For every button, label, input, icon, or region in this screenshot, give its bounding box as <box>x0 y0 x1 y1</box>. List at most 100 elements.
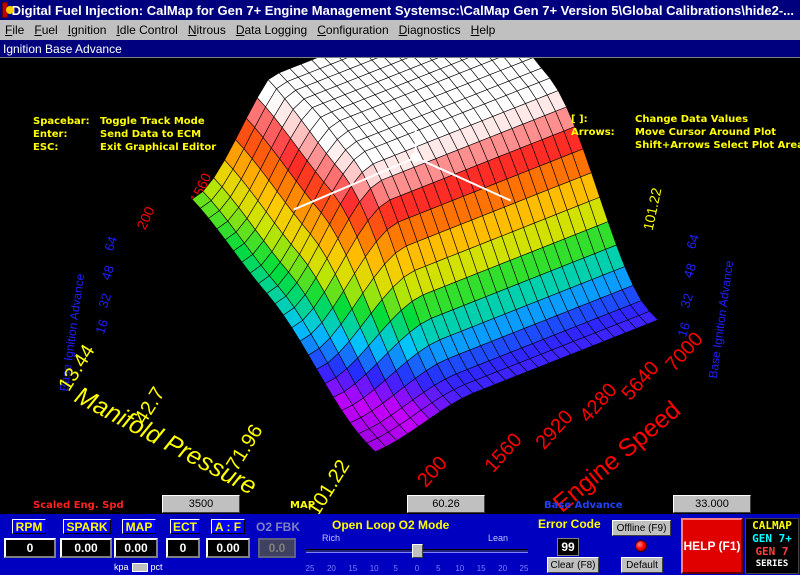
help-row: Enter: Send Data to ECM <box>33 128 216 141</box>
af-gauge-label: A : F <box>211 519 245 534</box>
help-row: Spacebar: Toggle Track Mode <box>33 115 216 128</box>
o2-scale-tick: 20 <box>498 564 507 573</box>
ect-gauge-label: ECT <box>170 519 200 534</box>
ect-gauge-value: 0 <box>166 538 200 558</box>
o2fbk-gauge-label: O2 FBK <box>255 519 301 534</box>
menu-bar: File Fuel Ignition Idle Control Nitrous Data … <box>0 20 800 40</box>
map-gauge-value: 0.00 <box>114 538 158 558</box>
menu-label: dle Control <box>119 23 178 37</box>
logo-line-4: SERIES <box>755 559 789 569</box>
o2-lean-label: Lean <box>488 533 509 543</box>
help-key: ESC: <box>33 142 59 153</box>
adv-tick-left: 32 <box>95 291 114 309</box>
adv-axis-label-right: Base Ignition Advance <box>706 259 736 379</box>
help-desc: Send Data to ECM <box>100 129 202 140</box>
menu-mnemonic: D <box>235 23 245 37</box>
app-icon[interactable] <box>2 2 14 18</box>
menu-label: ata Logging <box>244 23 308 37</box>
help-desc: Exit Graphical Editor <box>100 142 217 153</box>
map-readout-value: 60.26 <box>407 495 485 513</box>
map-readout-label: MAP <box>290 500 316 511</box>
menu-mnemonic: D <box>398 23 408 37</box>
adv-tick-left: 48 <box>98 263 117 281</box>
menu-label: ile <box>12 23 25 37</box>
o2-scale-tick: 15 <box>477 564 486 573</box>
title-bar: Digital Fuel Injection: CalMap for Gen 7… <box>0 0 800 20</box>
spark-gauge-value: 0.00 <box>60 538 112 558</box>
o2-scale-tick: 15 <box>348 564 357 573</box>
back-rpm-tick: 200 <box>133 204 157 232</box>
help-row: Shift+Arrows Select Plot Area <box>571 139 800 152</box>
o2-rich-label: Rich <box>322 533 341 543</box>
menu-idle-control[interactable]: Idle Control <box>111 23 182 37</box>
menu-diagnostics[interactable]: Diagnostics <box>394 23 466 37</box>
pct-label: pct <box>150 562 163 572</box>
adv-tick-right: 48 <box>680 261 699 279</box>
default-button[interactable]: Default <box>621 557 663 573</box>
af-gauge-value: 0.00 <box>206 538 250 558</box>
rpm-gauge-value: 0 <box>4 538 56 558</box>
menu-file[interactable]: File <box>0 23 29 37</box>
o2-slider[interactable] <box>306 544 528 558</box>
rpm-tick: 1560 <box>480 429 526 477</box>
menu-label: itrous <box>196 23 226 37</box>
o2-scale-tick: 5 <box>436 564 441 573</box>
scaled-rpm-value: 3500 <box>162 495 240 513</box>
o2-scale-tick: 10 <box>370 564 379 573</box>
rpm-tick: 2920 <box>531 406 577 454</box>
o2-scale: 25 20 15 10 5 0 5 10 15 20 25 <box>306 564 528 573</box>
adv-tick-left: 16 <box>92 317 111 335</box>
o2-mode-title: Open Loop O2 Mode <box>332 518 450 532</box>
menu-fuel[interactable]: Fuel <box>29 23 62 37</box>
menu-nitrous[interactable]: Nitrous <box>183 23 231 37</box>
help-desc: Shift+Arrows Select Plot Area <box>635 140 800 151</box>
spark-gauge-label: SPARK <box>63 519 111 534</box>
help-right: [ ]: Change Data Values Arrows: Move Cursor… <box>571 113 800 152</box>
help-key: Spacebar: <box>33 116 90 127</box>
help-desc: Toggle Track Mode <box>100 116 205 127</box>
o2fbk-gauge-value: 0.0 <box>258 538 296 558</box>
menu-label: onfiguration <box>325 23 389 37</box>
status-panel: RPM SPARK MAP ECT A : F O2 FBK 0 0.00 0.… <box>0 514 800 575</box>
menu-data-logging[interactable]: Data Logging <box>231 23 312 37</box>
o2-slider-thumb[interactable] <box>411 544 423 558</box>
menu-label: elp <box>479 23 496 37</box>
o2-scale-tick: 0 <box>415 564 420 573</box>
menu-configuration[interactable]: Configuration <box>312 23 393 37</box>
unit-switch[interactable] <box>131 562 148 572</box>
help-row: Arrows: Move Cursor Around Plot <box>571 126 800 139</box>
offline-button[interactable]: Offline (F9) <box>612 520 671 536</box>
scaled-rpm-label: Scaled Eng. Spd <box>33 500 124 511</box>
cursor-point[interactable] <box>410 152 421 163</box>
rpm-tick: 4280 <box>575 379 621 427</box>
help-key <box>571 139 635 152</box>
menu-help[interactable]: Help <box>466 23 501 37</box>
logo-line-2: GEN 7+ <box>752 532 792 545</box>
help-button[interactable]: HELP (F1) <box>681 518 743 574</box>
help-desc: Move Cursor Around Plot <box>635 127 777 138</box>
clear-button[interactable]: Clear (F8) <box>547 557 599 573</box>
menu-ignition[interactable]: Ignition <box>63 23 112 37</box>
o2-scale-tick: 25 <box>306 564 315 573</box>
connection-led-icon <box>635 540 647 552</box>
rpm-tick: 5640 <box>617 357 663 405</box>
kpa-label: kpa <box>114 562 129 572</box>
menu-label: gnition <box>71 23 107 37</box>
menu-label: uel <box>41 23 58 37</box>
map-unit-toggle[interactable]: kpa pct <box>114 562 163 572</box>
help-key: Enter: <box>33 129 68 140</box>
rpm-gauge-label: RPM <box>12 519 46 534</box>
surface-plot[interactable]: 2001560292042805640700042.771.96101.2216… <box>0 58 800 514</box>
help-key: [ ]: <box>571 114 588 125</box>
panel-title: Ignition Base Advance <box>0 40 800 58</box>
help-left: Spacebar: Toggle Track Mode Enter: Send Dat… <box>33 115 216 154</box>
help-desc: Change Data Values <box>635 114 749 125</box>
back-map-tick: 101.22 <box>640 186 665 231</box>
o2-scale-tick: 25 <box>520 564 528 573</box>
o2-scale-tick: 20 <box>327 564 336 573</box>
adv-tick-right: 32 <box>677 291 696 309</box>
o2-scale-tick: 5 <box>393 564 398 573</box>
adv-tick-left: 64 <box>101 234 120 252</box>
menu-label: iagnostics <box>407 23 461 37</box>
calibration-path: c:\CalMap Gen 7+ Version 5\Global Calibr… <box>448 2 794 18</box>
